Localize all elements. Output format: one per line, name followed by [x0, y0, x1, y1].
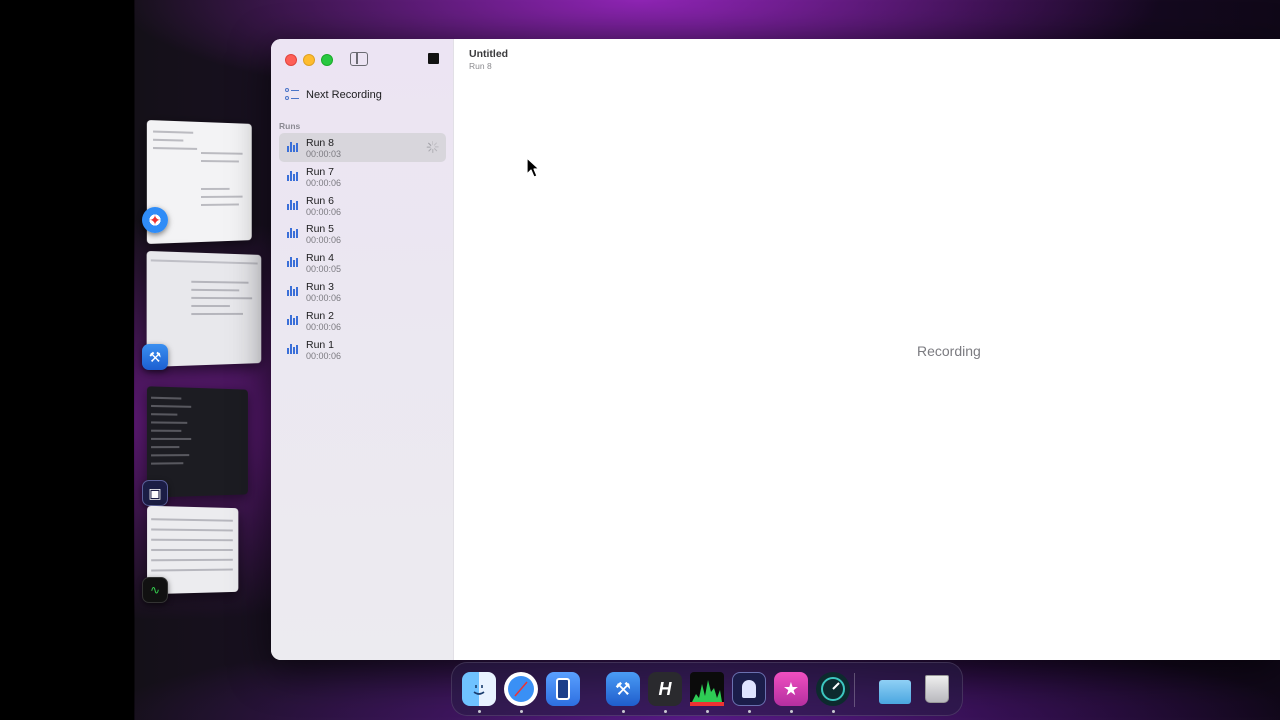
list-bullet-icon	[285, 88, 299, 102]
run-name: Run 8	[306, 137, 335, 149]
waveform-chart-icon	[287, 142, 298, 152]
activity-monitor-icon[interactable]	[690, 672, 724, 706]
run-list-item[interactable]: Run 1 00:00:06	[279, 335, 446, 364]
running-indicator	[664, 710, 667, 713]
activity-monitor-icon[interactable]: ∿	[142, 577, 168, 603]
running-indicator	[706, 710, 709, 713]
run-name: Run 3	[306, 280, 335, 293]
minimize-window-button[interactable]	[303, 54, 315, 66]
run-list-item[interactable]: Run 8 00:00:03	[279, 133, 446, 162]
terminal-app-icon[interactable]	[732, 672, 766, 706]
recording-status: Recording	[917, 343, 981, 359]
sidebar-toggle-icon[interactable]	[350, 52, 368, 66]
app-window: Next Recording Runs Run 8 00:00:03 Run 7 00…	[271, 39, 1280, 660]
instruments-icon[interactable]: ★	[774, 672, 808, 706]
waveform-chart-icon	[287, 285, 298, 296]
xcode-beta-icon[interactable]: ⚒	[142, 344, 168, 370]
hopper-icon[interactable]: H	[648, 672, 682, 706]
progress-spinner-icon	[426, 141, 439, 153]
zoom-window-button[interactable]	[321, 54, 333, 66]
xcode-beta-icon[interactable]: ⚒	[606, 672, 640, 706]
waveform-chart-icon	[287, 199, 298, 210]
running-indicator	[748, 710, 751, 713]
run-list-item[interactable]: Run 7 00:00:06	[279, 162, 446, 191]
running-indicator	[790, 710, 793, 713]
run-duration: 00:00:06	[306, 292, 342, 303]
run-name: Run 7	[306, 165, 335, 178]
running-indicator	[520, 710, 523, 713]
run-duration: 00:00:03	[306, 149, 342, 159]
mouse-pointer-icon	[526, 157, 540, 178]
run-name: Run 6	[306, 194, 335, 207]
dock: ⚒ H ★	[451, 662, 963, 716]
speedometer-beta-icon[interactable]	[816, 672, 850, 706]
document-subtitle: Run 8	[469, 61, 492, 71]
run-list-item[interactable]: Run 3 00:00:06	[279, 277, 446, 306]
safari-icon[interactable]: ✦	[142, 207, 168, 233]
run-duration: 00:00:06	[306, 235, 342, 246]
runs-section-header: Runs	[279, 121, 301, 131]
waveform-chart-icon	[287, 170, 298, 181]
close-window-button[interactable]	[285, 54, 297, 66]
simulator-icon[interactable]	[546, 672, 580, 706]
next-recording-label: Next Recording	[306, 89, 382, 101]
waveform-chart-icon	[287, 343, 298, 354]
running-indicator	[832, 710, 835, 713]
run-duration: 00:00:05	[306, 264, 342, 275]
run-duration: 00:00:06	[306, 350, 342, 361]
finder-icon[interactable]	[462, 672, 496, 706]
downloads-folder-icon[interactable]	[878, 672, 912, 706]
run-name: Run 2	[306, 309, 335, 322]
stop-recording-button[interactable]	[428, 53, 439, 64]
run-list-item[interactable]: Run 6 00:00:06	[279, 191, 446, 220]
safari-icon[interactable]	[504, 672, 538, 706]
run-list: Run 8 00:00:03 Run 7 00:00:06 Run 6 00:00:06 R…	[279, 133, 446, 363]
run-name: Run 5	[306, 223, 335, 236]
running-indicator	[622, 710, 625, 713]
next-recording-item[interactable]: Next Recording	[285, 86, 382, 104]
waveform-chart-icon	[287, 228, 298, 239]
run-duration: 00:00:06	[306, 206, 342, 217]
run-list-item[interactable]: Run 5 00:00:06	[279, 219, 446, 248]
run-duration: 00:00:06	[306, 177, 342, 188]
waveform-chart-icon	[287, 314, 298, 325]
terminal-app-icon[interactable]: ▣	[142, 480, 168, 506]
running-indicator	[478, 710, 481, 713]
run-list-item[interactable]: Run 4 00:00:05	[279, 248, 446, 277]
sidebar: Next Recording Runs Run 8 00:00:03 Run 7 00…	[271, 39, 454, 660]
document-title: Untitled	[469, 48, 509, 60]
run-duration: 00:00:06	[306, 321, 342, 332]
run-name: Run 1	[306, 338, 335, 351]
waveform-chart-icon	[287, 257, 298, 268]
run-name: Run 4	[306, 252, 335, 265]
run-list-item[interactable]: Run 2 00:00:06	[279, 306, 446, 335]
stage-manager-strip	[0, 0, 134, 720]
trash-icon[interactable]	[920, 672, 954, 706]
detail-pane: Untitled Run 8 Recording	[454, 39, 1280, 660]
dock-separator	[854, 673, 855, 707]
